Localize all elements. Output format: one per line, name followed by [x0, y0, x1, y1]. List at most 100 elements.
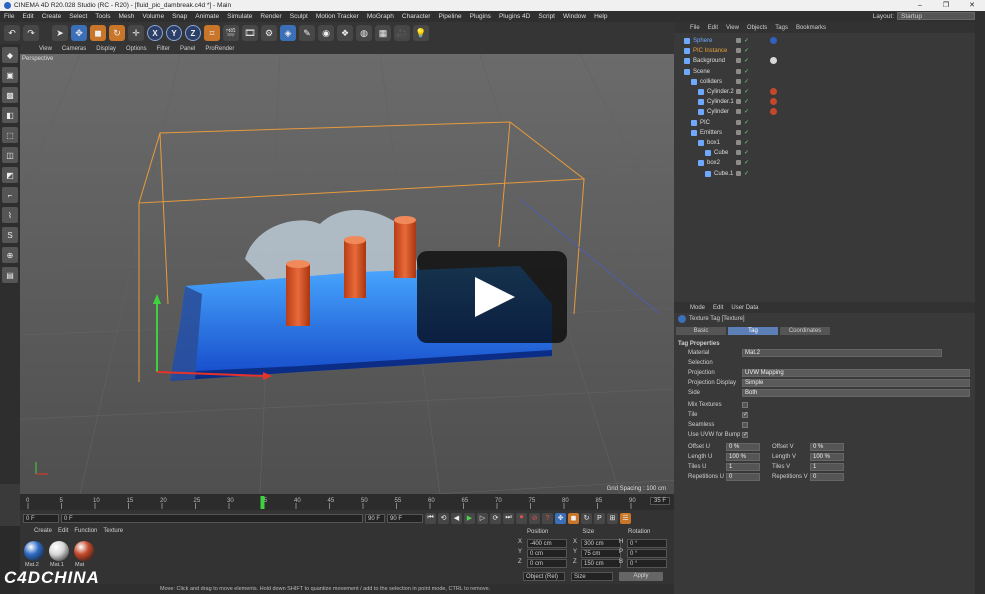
- previous-frame-icon[interactable]: ◀: [451, 512, 462, 524]
- tweak-mode-icon[interactable]: ⌇: [2, 207, 18, 223]
- material-tag[interactable]: [770, 108, 777, 116]
- light-icon[interactable]: 💡: [413, 25, 429, 41]
- key-position-icon[interactable]: ✥: [555, 512, 566, 524]
- visibility-dot[interactable]: [736, 99, 741, 105]
- attribute-menu-mode[interactable]: Mode: [686, 305, 709, 311]
- model-mode-icon[interactable]: ▣: [2, 67, 18, 83]
- coord-pos-1[interactable]: 0 cm: [527, 549, 567, 558]
- object-row[interactable]: PIC Instance ✓: [674, 46, 975, 56]
- lock-workplane-icon[interactable]: ⊕: [2, 247, 18, 263]
- material-menu-texture[interactable]: Texture: [103, 528, 123, 534]
- attribute-menu-user-data[interactable]: User Data: [727, 305, 762, 311]
- attr-field-material_value[interactable]: Mat.2: [742, 349, 942, 357]
- enabled-check[interactable]: ✓: [744, 128, 749, 138]
- enabled-check[interactable]: ✓: [744, 148, 749, 158]
- tab-basic[interactable]: Basic: [676, 327, 726, 335]
- camera-icon[interactable]: 🎥: [394, 25, 410, 41]
- undo-icon[interactable]: ↶: [4, 25, 20, 41]
- object-row[interactable]: Scene ✓: [674, 67, 975, 77]
- menu-item-mesh[interactable]: Mesh: [114, 13, 138, 20]
- coord-size-1[interactable]: 75 cm: [581, 549, 621, 558]
- menu-item-file[interactable]: File: [0, 13, 18, 20]
- menu-item-snap[interactable]: Snap: [168, 13, 191, 20]
- object-row[interactable]: PIC ✓: [674, 118, 975, 128]
- next-frame-icon[interactable]: ▷: [477, 512, 488, 524]
- timeline-ruler[interactable]: 051015202530354045505560657075808590 35 …: [20, 494, 674, 510]
- visibility-dot[interactable]: [736, 129, 741, 135]
- object-row[interactable]: Cylinder ✓: [674, 107, 975, 117]
- playhead[interactable]: [260, 496, 265, 509]
- object-row[interactable]: Background ✓: [674, 56, 975, 66]
- move-tool-icon[interactable]: ✥: [71, 25, 87, 41]
- viewport-menu-display[interactable]: Display: [91, 46, 121, 52]
- visibility-dot[interactable]: [736, 68, 741, 74]
- minimize-button[interactable]: –: [907, 0, 933, 11]
- coord-size-0[interactable]: 300 cm: [581, 539, 621, 548]
- attr-field-length_u_val[interactable]: 100 %: [726, 453, 760, 461]
- viewport-menu-prorender[interactable]: ProRender: [200, 46, 239, 52]
- object-row[interactable]: box2 ✓: [674, 158, 975, 168]
- visibility-dot[interactable]: [736, 119, 741, 125]
- attr-checkbox[interactable]: [742, 402, 748, 408]
- visibility-dot[interactable]: [736, 78, 741, 84]
- close-button[interactable]: ✕: [959, 0, 985, 11]
- coord-pos-0[interactable]: -400 cm: [527, 539, 567, 548]
- perspective-viewport[interactable]: Perspective Grid Spacing : 100 cm: [20, 54, 674, 494]
- material-tag[interactable]: [770, 88, 777, 95]
- attr-field-length_v_val[interactable]: 100 %: [810, 453, 844, 461]
- attribute-menu-edit[interactable]: Edit: [709, 305, 727, 311]
- axis-mode-icon[interactable]: ⌐: [2, 187, 18, 203]
- enabled-check[interactable]: ✓: [744, 56, 749, 66]
- viewport-menu-view[interactable]: View: [34, 46, 57, 52]
- next-key-icon[interactable]: ⟳: [490, 512, 501, 524]
- subdivision-icon[interactable]: ◉: [318, 25, 334, 41]
- material-menu-create[interactable]: Create: [34, 528, 52, 534]
- x-axis-lock-icon[interactable]: X: [147, 25, 163, 41]
- planar-workplane-icon[interactable]: ▤: [2, 267, 18, 283]
- previous-key-icon[interactable]: ⟲: [438, 512, 449, 524]
- enabled-check[interactable]: ✓: [744, 169, 749, 179]
- z-axis-lock-icon[interactable]: Z: [185, 25, 201, 41]
- object-row[interactable]: Cylinder.2 ✓: [674, 87, 975, 97]
- visibility-dot[interactable]: [736, 48, 741, 54]
- menu-item-mograph[interactable]: MoGraph: [363, 13, 398, 20]
- enabled-check[interactable]: ✓: [744, 118, 749, 128]
- tab-tag[interactable]: Tag: [728, 327, 778, 335]
- coord-pos-2[interactable]: 0 cm: [527, 559, 567, 568]
- enabled-check[interactable]: ✓: [744, 158, 749, 168]
- material-ball[interactable]: [74, 541, 94, 561]
- menu-item-window[interactable]: Window: [559, 13, 590, 20]
- start-frame-field[interactable]: 0 F: [23, 513, 59, 523]
- viewport-menu-panel[interactable]: Panel: [175, 46, 200, 52]
- pen-spline-icon[interactable]: ✎: [299, 25, 315, 41]
- workplane-icon[interactable]: ◧: [2, 107, 18, 123]
- object-row[interactable]: Cylinder.1 ✓: [674, 97, 975, 107]
- edges-mode-icon[interactable]: ◫: [2, 147, 18, 163]
- menu-item-script[interactable]: Script: [534, 13, 559, 20]
- snap-icon[interactable]: S: [2, 227, 18, 243]
- cloner-icon[interactable]: ❖: [337, 25, 353, 41]
- attr-field-tiles_u_val[interactable]: 1: [726, 463, 760, 471]
- visibility-dot[interactable]: [736, 109, 741, 115]
- key-rotation-icon[interactable]: ↻: [581, 512, 592, 524]
- play-forward-icon[interactable]: ▶: [464, 512, 475, 524]
- select-cursor-icon[interactable]: ➤: [52, 25, 68, 41]
- timeline-window-icon[interactable]: ☰: [620, 512, 631, 524]
- visibility-dot[interactable]: [736, 150, 741, 156]
- attr-checkbox[interactable]: [742, 422, 748, 428]
- object-menu-file[interactable]: File: [686, 25, 704, 31]
- object-row[interactable]: box1 ✓: [674, 138, 975, 148]
- floor-icon[interactable]: ▦: [375, 25, 391, 41]
- viewport-menu-filter[interactable]: Filter: [152, 46, 175, 52]
- attr-field-projection_value[interactable]: UVW Mapping: [742, 369, 970, 377]
- menu-item-plugins-4d[interactable]: Plugins 4D: [495, 13, 534, 20]
- current-frame-field[interactable]: 35 F: [649, 497, 670, 505]
- key-scale-icon[interactable]: ◼: [568, 512, 579, 524]
- key-parameter-icon[interactable]: P: [594, 512, 605, 524]
- object-row[interactable]: Sphere ✓: [674, 36, 975, 46]
- points-mode-icon[interactable]: ⬚: [2, 127, 18, 143]
- layout-selector[interactable]: Layout: Startup: [873, 12, 975, 20]
- go-to-start-icon[interactable]: ⏮: [425, 512, 436, 524]
- layout-dropdown[interactable]: Startup: [897, 12, 975, 20]
- attr-field-tiles_v_val[interactable]: 1: [810, 463, 844, 471]
